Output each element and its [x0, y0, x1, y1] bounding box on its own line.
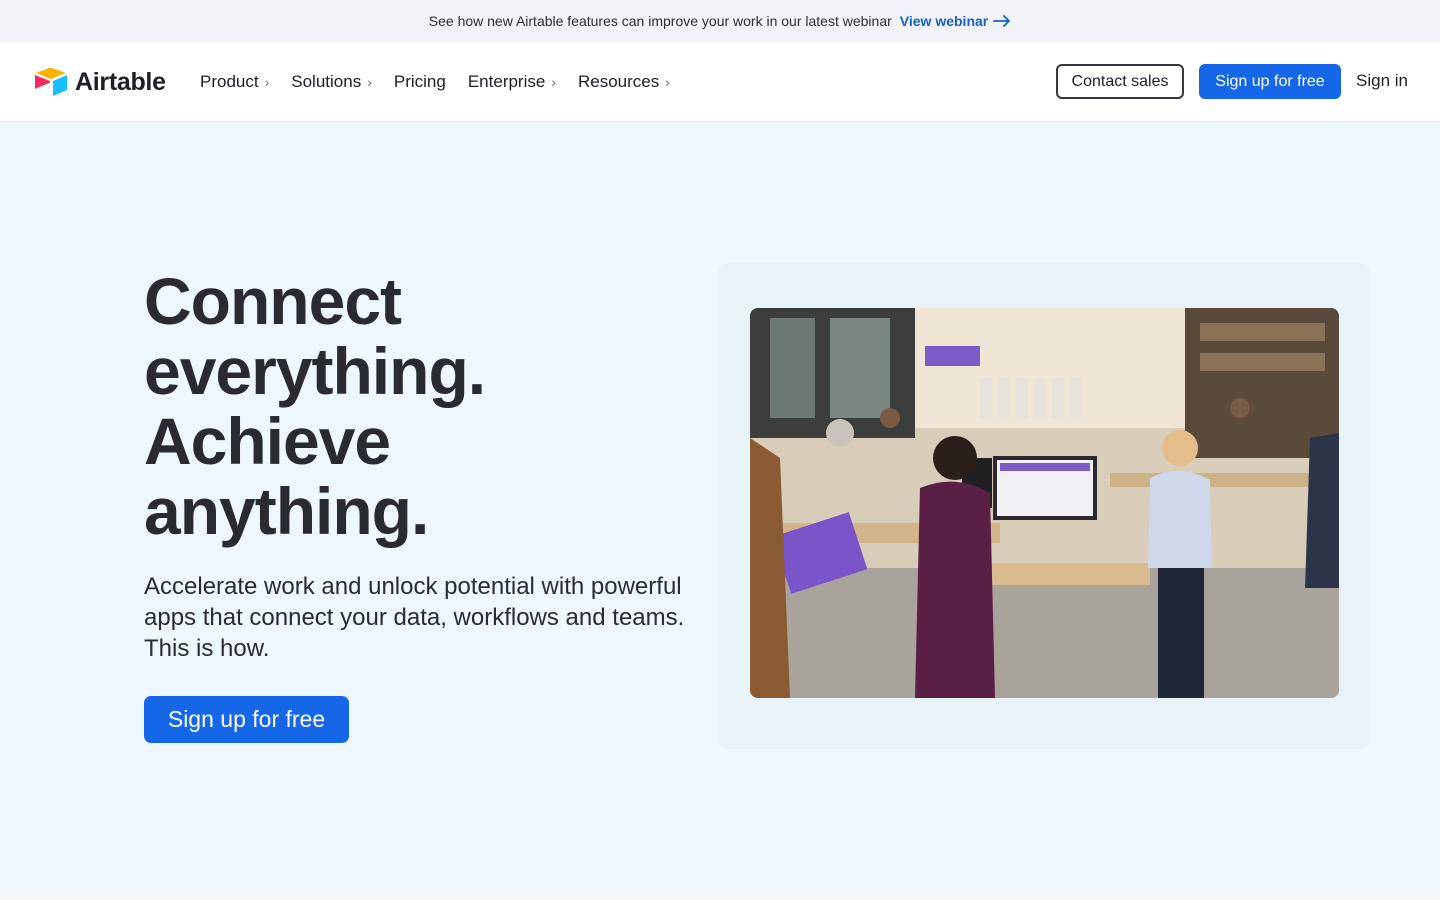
main-nav: Product › Solutions › Pricing Enterprise… [200, 42, 692, 122]
nav-item-product[interactable]: Product › [200, 72, 269, 92]
view-webinar-link[interactable]: View webinar [900, 13, 1011, 29]
nav-item-resources[interactable]: Resources › [578, 72, 670, 92]
headline-line: anything. [144, 474, 429, 548]
nav-item-enterprise[interactable]: Enterprise › [468, 72, 556, 92]
nav-item-label: Product [200, 72, 259, 91]
signin-link[interactable]: Sign in [1356, 71, 1408, 91]
signup-button-hero[interactable]: Sign up for free [144, 696, 349, 743]
nav-item-label: Pricing [393, 72, 446, 91]
hero-headline: Connect everything. Achieve anything. [144, 266, 704, 546]
nav-item-pricing[interactable]: Pricing [394, 72, 446, 92]
arrow-right-icon [993, 15, 1011, 27]
logo-text: Airtable [75, 67, 166, 96]
signup-button-header[interactable]: Sign up for free [1199, 64, 1341, 99]
hero-subhead: Accelerate work and unlock potential wit… [144, 573, 685, 662]
contact-sales-button[interactable]: Contact sales [1056, 64, 1184, 99]
nav-item-label: Resources [578, 72, 660, 91]
airtable-logo-icon [35, 68, 67, 96]
chevron-right-icon: › [665, 74, 670, 90]
chevron-right-icon: › [264, 74, 270, 90]
headline-line: Connect [144, 264, 402, 338]
chevron-right-icon: › [367, 74, 372, 90]
hero-office-photo [750, 308, 1339, 698]
chevron-right-icon: › [551, 74, 556, 90]
nav-item-solutions[interactable]: Solutions › [291, 72, 372, 92]
announcement-bar: See how new Airtable features can improv… [0, 0, 1440, 42]
nav-item-label: Solutions [291, 72, 362, 91]
airtable-logo[interactable]: Airtable [33, 65, 166, 99]
announcement-text: See how new Airtable features can improv… [428, 13, 892, 29]
headline-line: Achieve [144, 404, 391, 478]
headline-line: everything. [144, 334, 486, 408]
view-webinar-label: View webinar [899, 13, 989, 29]
section-divider [0, 886, 1440, 900]
nav-item-label: Enterprise [467, 72, 546, 91]
office-illustration [750, 308, 1339, 698]
site-header: Airtable Product › Solutions › Pricing E… [0, 42, 1440, 122]
